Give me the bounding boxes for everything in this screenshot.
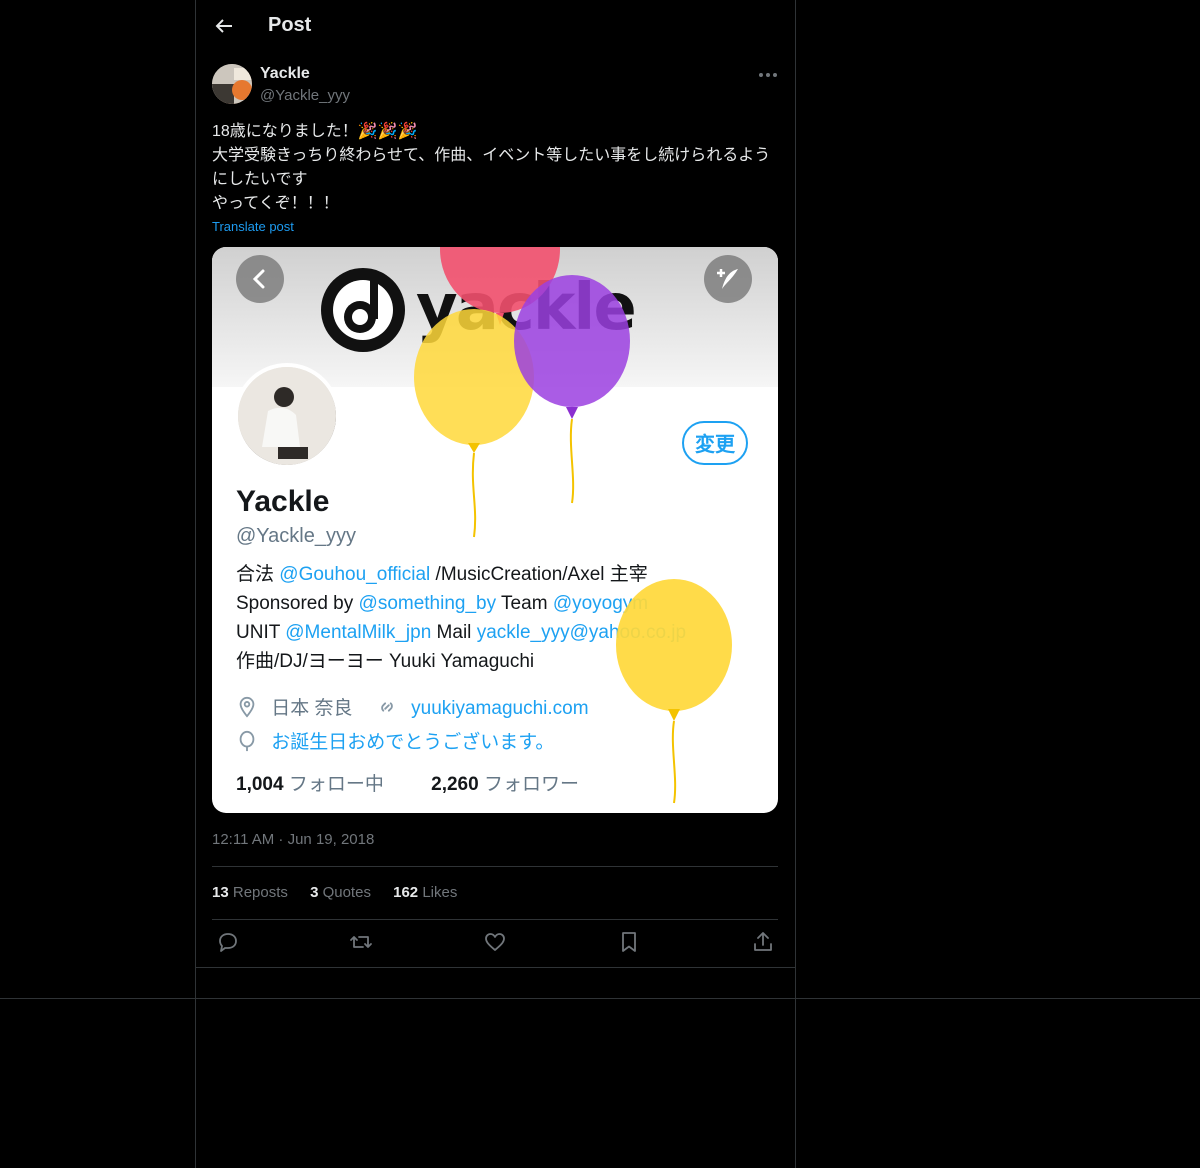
repost-icon[interactable] <box>349 930 373 954</box>
avatar[interactable] <box>212 64 252 104</box>
author-handle[interactable]: @Yackle_yyy <box>260 87 350 104</box>
balloon-yellow-right <box>616 579 732 804</box>
more-icon[interactable] <box>756 64 780 86</box>
balloons-overlay <box>414 247 732 804</box>
divider <box>212 919 778 920</box>
bookmark-icon[interactable] <box>617 930 641 954</box>
post-timestamp[interactable]: 12:11 AM · Jun 19, 2018 <box>212 831 374 848</box>
post-column: Post Yackle @Yackle_yyy 18歳になりました！🎉🎉🎉 大学… <box>195 0 796 1168</box>
reposts-label: Reposts <box>232 884 288 901</box>
quotes-count: 3 <box>310 884 319 901</box>
post-actions <box>212 930 778 958</box>
page-title: Post <box>268 14 312 36</box>
likes-stat[interactable]: 162 Likes <box>393 884 457 901</box>
quotes-stat[interactable]: 3 Quotes <box>310 884 371 901</box>
avatar-image <box>212 64 252 104</box>
quotes-label: Quotes <box>322 884 371 901</box>
like-icon[interactable] <box>483 930 507 954</box>
post-text: 18歳になりました！🎉🎉🎉 大学受験きっちり終わらせて、作曲、イベント等したい事… <box>212 123 771 212</box>
likes-label: Likes <box>422 884 458 901</box>
reposts-count: 13 <box>212 884 229 901</box>
likes-count: 162 <box>393 884 419 901</box>
post-media[interactable]: yackle 変更 Yackle @Yackle_yyy 合法 @Gouhou_… <box>212 247 778 813</box>
header: Post <box>196 0 795 54</box>
translate-link[interactable]: Translate post <box>212 219 294 234</box>
divider <box>212 866 778 867</box>
author-name[interactable]: Yackle <box>260 65 310 83</box>
share-icon[interactable] <box>751 930 775 954</box>
reply-icon[interactable] <box>216 930 240 954</box>
divider <box>196 967 795 968</box>
post-stats: 13 Reposts 3 Quotes 162 Likes <box>212 884 475 901</box>
back-arrow-icon[interactable] <box>212 14 236 38</box>
reposts-stat[interactable]: 13 Reposts <box>212 884 288 901</box>
